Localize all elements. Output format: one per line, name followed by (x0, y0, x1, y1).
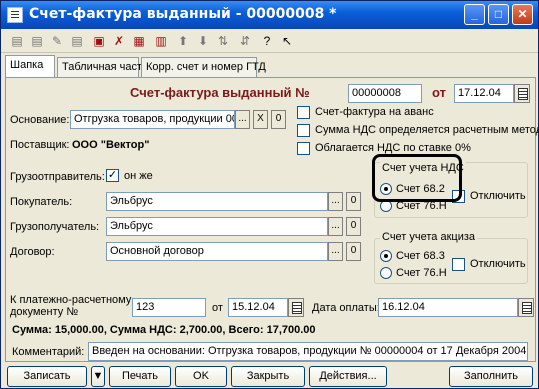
document-icon (7, 7, 23, 23)
shipper-same-label: он же (124, 170, 153, 182)
supplier-label: Поставщик: (10, 139, 70, 151)
excise-disable-label: Отключить (470, 258, 526, 270)
page-title: Счет-фактура выданный № (130, 85, 310, 100)
move-down-icon[interactable]: ⬇ (195, 33, 211, 49)
consignee-label: Грузополучатель: (10, 221, 100, 233)
contract-zero-button[interactable]: 0 (346, 242, 361, 261)
tab-header[interactable]: Шапка (5, 55, 55, 77)
print-button-label: Печать (121, 370, 159, 382)
record-dropdown-button[interactable]: ▼ (91, 366, 105, 387)
unpost-icon[interactable]: ▥ (153, 33, 169, 49)
fill-button[interactable]: Заполнить (449, 366, 533, 387)
advance-label: Счет-фактура на аванс (315, 106, 434, 118)
calendar-icon[interactable] (514, 84, 530, 103)
excise-account-option2-label: Счет 76.Н (396, 267, 447, 279)
payment-calendar-icon[interactable] (288, 298, 304, 317)
vat-method-checkbox[interactable] (297, 124, 310, 137)
maximize-button[interactable]: □ (488, 4, 509, 25)
title-bar[interactable]: Счет-фактура выданный - 00000008 * _ □ ✕ (1, 1, 538, 29)
pay-date-calendar-icon[interactable] (518, 298, 534, 317)
basis-zero-button[interactable]: 0 (271, 110, 286, 129)
comment-input[interactable]: Введен на основании: Отгрузка товаров, п… (88, 342, 528, 361)
payment-date-from-label: от (212, 302, 223, 314)
sort-down-icon[interactable]: ⇵ (237, 33, 253, 49)
tab-panel: Счет-фактура выданный № 00000008 от 17.1… (5, 77, 539, 362)
payment-number-input[interactable]: 123 (132, 298, 206, 317)
totals-text: Сумма: 15,000.00, Сумма НДС: 2,700.00, В… (12, 324, 316, 336)
toolbar: ▤ ▤ ✎ ▤ ▣ ✗ ▦ ▥ ⬆ ⬇ ⇅ ⇵ ? ↖ (1, 29, 538, 53)
contract-select-button[interactable]: ... (328, 242, 343, 261)
help-icon[interactable]: ? (259, 33, 275, 49)
shipper-same-checkbox[interactable]: ✓ (106, 169, 119, 182)
pay-date-input[interactable]: 16.12.04 (378, 298, 518, 317)
delete-doc-icon[interactable]: ▤ (69, 33, 85, 49)
record-button-label: Записать (23, 370, 71, 382)
zero-rate-checkbox[interactable] (297, 142, 310, 155)
supplier-value: ООО "Вектор" (72, 139, 150, 151)
actions-button[interactable]: Действия... (309, 366, 387, 387)
ok-button-label: OK (193, 370, 209, 382)
excise-account-radio-76-n[interactable] (380, 267, 392, 279)
basis-select-button[interactable]: ... (235, 110, 250, 129)
close-button-label: Закрыть (246, 370, 290, 382)
contract-input[interactable]: Основной договор (106, 242, 328, 261)
doc-date-label: от (432, 85, 446, 100)
copy-doc-icon[interactable]: ▤ (29, 33, 45, 49)
print-button[interactable]: Печать (109, 366, 171, 387)
vat-disable-label: Отключить (470, 190, 526, 202)
zero-rate-label: Облагается НДС по ставке 0% (315, 142, 471, 154)
pay-date-label: Дата оплаты: (312, 302, 380, 314)
document-window: Счет-фактура выданный - 00000008 * _ □ ✕… (0, 0, 539, 389)
buyer-input[interactable]: Эльбрус (106, 192, 328, 211)
consignee-select-button[interactable]: ... (328, 217, 343, 236)
advance-checkbox[interactable] (297, 106, 310, 119)
consignee-input[interactable]: Эльбрус (106, 217, 328, 236)
shipper-label: Грузоотправитель: (10, 171, 105, 183)
basis-clear-button[interactable]: X (253, 110, 268, 129)
print-icon[interactable]: ▣ (91, 33, 107, 49)
excise-disable-checkbox[interactable] (452, 258, 465, 271)
payment-doc-label-line2: документу № (10, 306, 79, 318)
fill-button-label: Заполнить (463, 370, 518, 382)
buyer-label: Покупатель: (10, 196, 73, 208)
excise-account-option1-label: Счет 68.3 (396, 250, 445, 262)
tab-table-part[interactable]: Табличная часть (57, 57, 148, 77)
minimize-button[interactable]: _ (464, 4, 485, 25)
window-title: Счет-фактура выданный - 00000008 * (29, 6, 337, 22)
doc-date-input[interactable]: 17.12.04 (454, 84, 514, 103)
doc-number-input[interactable]: 00000008 (348, 84, 422, 103)
consignee-zero-button[interactable]: 0 (346, 217, 361, 236)
contract-label: Договор: (10, 246, 55, 258)
basis-label: Основание: (10, 114, 70, 126)
buyer-zero-button[interactable]: 0 (346, 192, 361, 211)
new-doc-icon[interactable]: ▤ (9, 33, 25, 49)
close-button[interactable]: Закрыть (231, 366, 305, 387)
tab-corr-account[interactable]: Корр. счет и номер ГТД (141, 57, 266, 77)
vat-method-label: Сумма НДС определяется расчетным методом (315, 124, 539, 136)
comment-label: Комментарий: (12, 346, 85, 358)
post-icon[interactable]: ▦ (131, 33, 147, 49)
excise-account-radio-68-3[interactable] (380, 250, 392, 262)
record-button[interactable]: Записать (7, 366, 87, 387)
close-window-button[interactable]: ✕ (512, 4, 533, 25)
basis-input[interactable]: Отгрузка товаров, продукции 0000 (70, 110, 235, 129)
buyer-select-button[interactable]: ... (328, 192, 343, 211)
sort-up-icon[interactable]: ⇅ (215, 33, 231, 49)
highlight-frame (372, 154, 462, 202)
payment-date-input[interactable]: 15.12.04 (228, 298, 288, 317)
payment-doc-label-line1: К платежно-расчетному (10, 294, 132, 306)
question-pointer-icon[interactable]: ↖ (279, 33, 295, 49)
move-up-icon[interactable]: ⬆ (175, 33, 191, 49)
edit-doc-icon[interactable]: ✎ (49, 33, 65, 49)
ok-button[interactable]: OK (175, 366, 227, 387)
exit-icon[interactable]: ✗ (111, 33, 127, 49)
excise-account-title: Счет учета акциза (380, 231, 478, 243)
actions-button-label: Действия... (319, 370, 377, 382)
